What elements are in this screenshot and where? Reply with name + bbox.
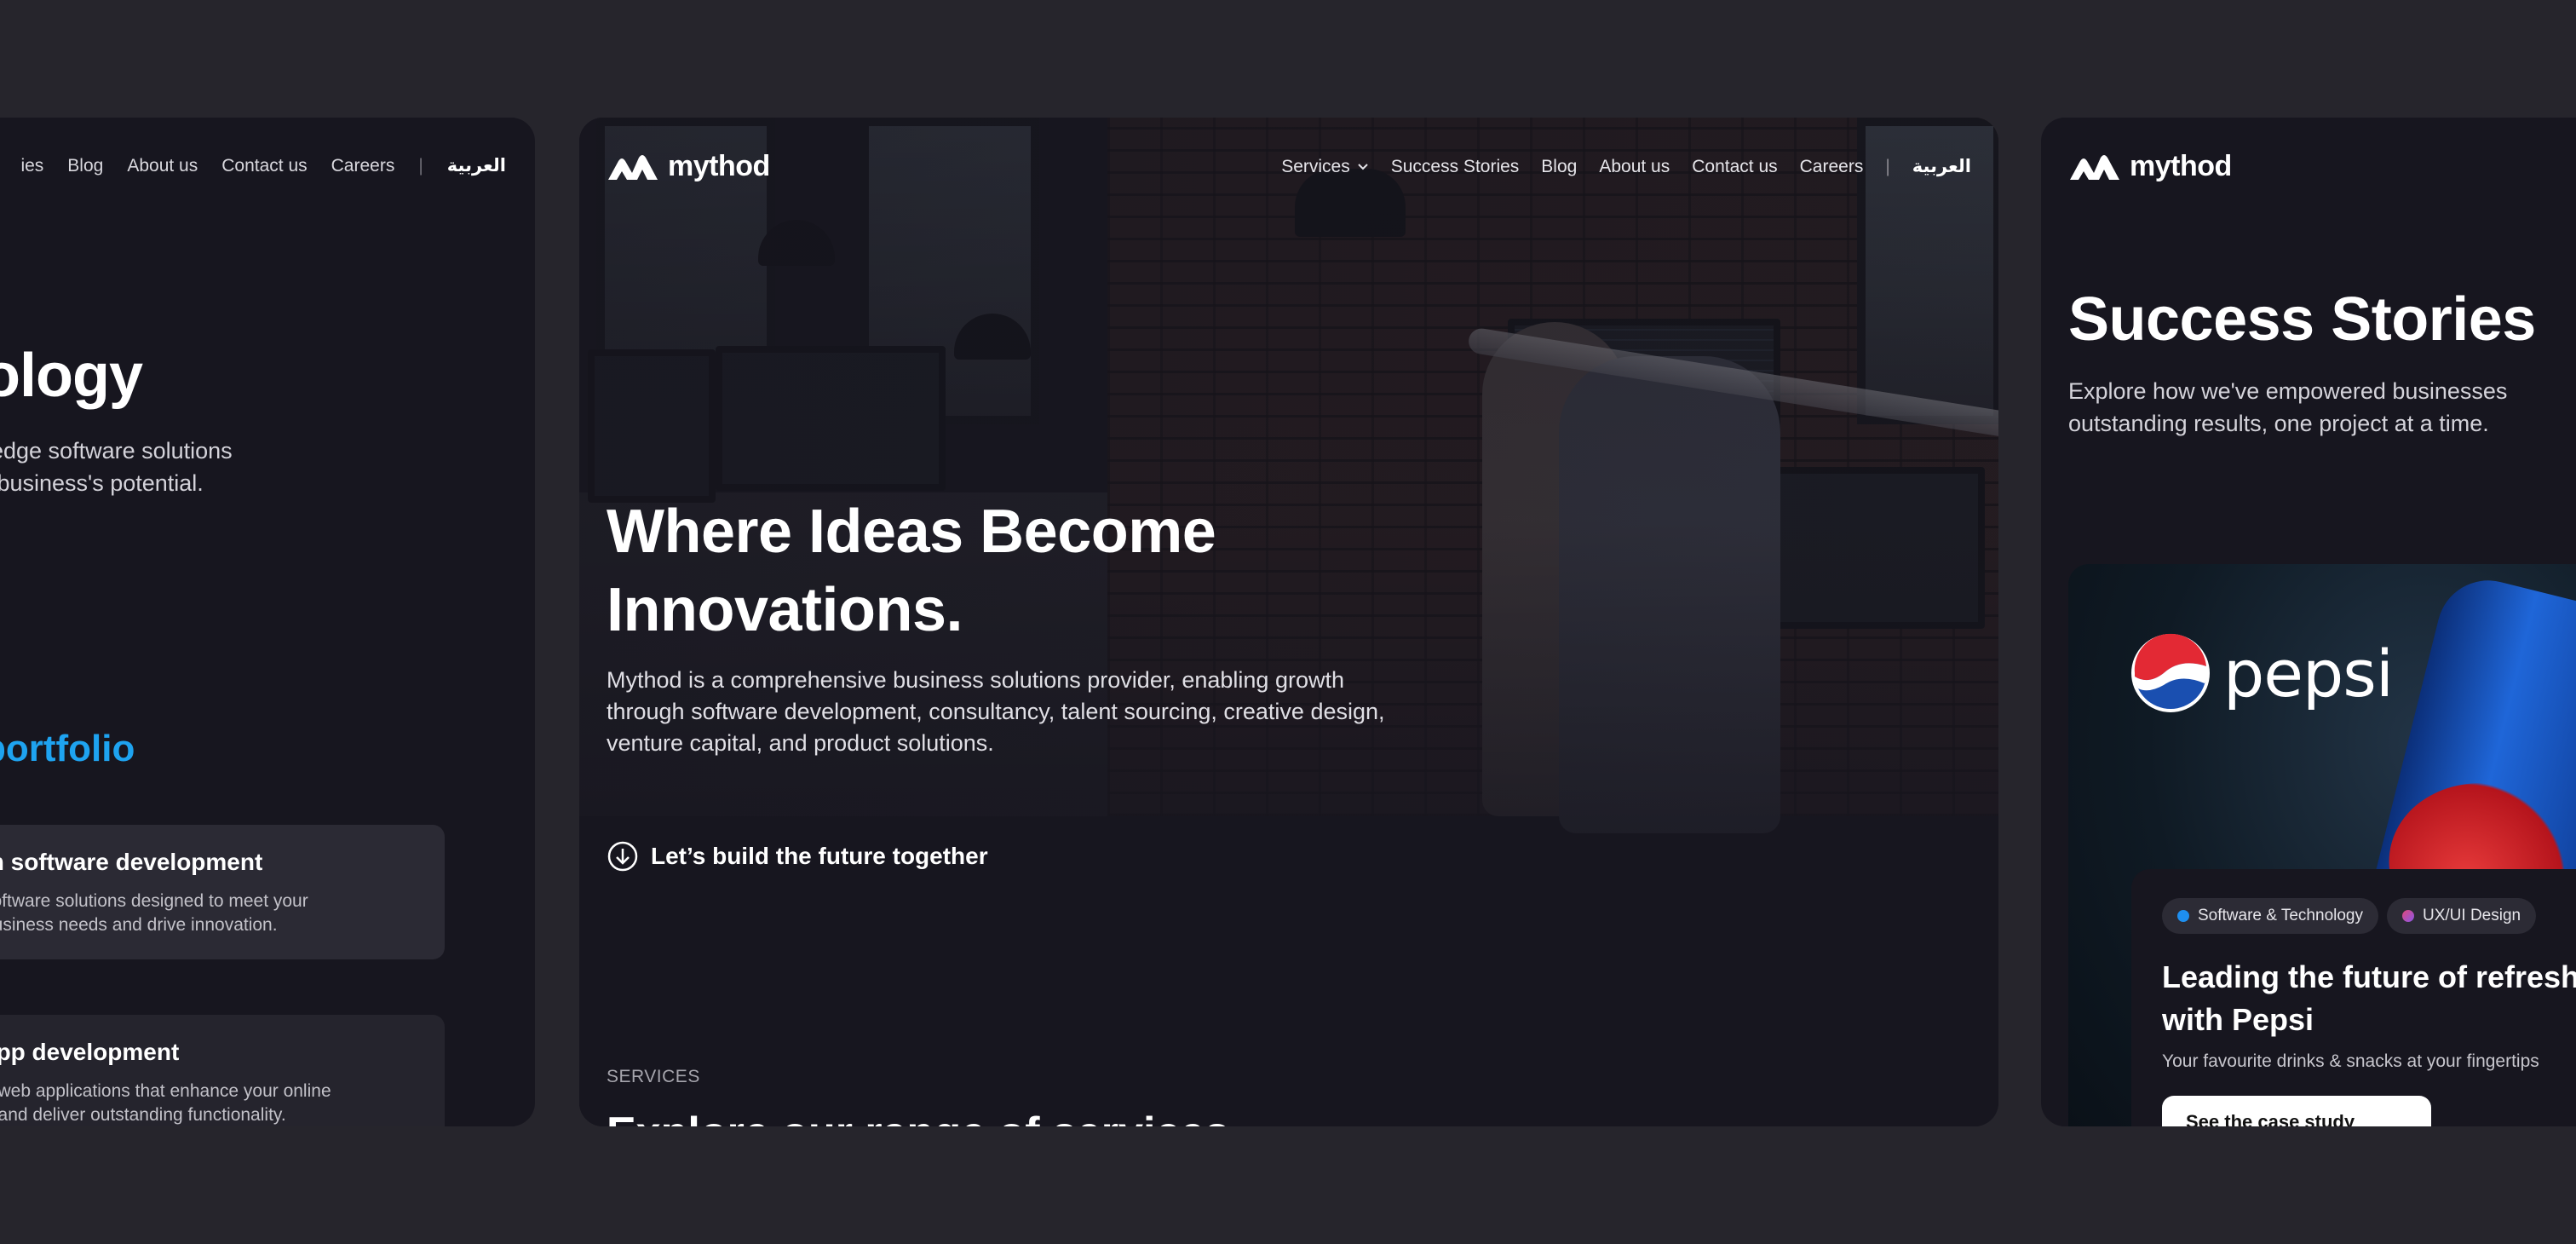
tag-label: Software & Technology [2198, 907, 2363, 924]
language-switch[interactable]: العربية [1912, 156, 1971, 177]
build-future-cta[interactable]: Let’s build the future together [607, 840, 988, 873]
service-line: software solutions designed to meet your [0, 891, 308, 911]
nav-link-contact[interactable]: Contact us [1692, 157, 1777, 177]
nav-separator: | [1885, 156, 1890, 176]
hero-description: Mythod is a comprehensive business solut… [607, 667, 1385, 756]
service-line: business needs and drive innovation. [0, 915, 278, 935]
tag-label: UX/UI Design [2423, 907, 2521, 924]
cta-label: Let’s build the future together [651, 843, 988, 869]
see-case-study-button[interactable]: See the case study [2162, 1096, 2431, 1126]
mythod-logo-icon [2070, 154, 2119, 180]
service-description: software solutions designed to meet your… [0, 890, 416, 937]
tag-dot-icon [2402, 910, 2414, 922]
portfolio-heading: portfolio [0, 728, 135, 769]
nav-links: Services Success Stories Blog About us C… [1281, 156, 1971, 177]
mythod-logo[interactable]: mythod [607, 150, 770, 183]
logo-text: mythod [668, 150, 770, 182]
hero-title-line: Innovations. [607, 576, 963, 644]
page-description: -edge software solutions r business's po… [0, 435, 233, 499]
left-nav: ies Blog About us Contact us Careers | ا… [20, 155, 506, 176]
service-title: app development [0, 1039, 180, 1065]
pepsi-wordmark: pepsi [2223, 635, 2394, 711]
success-stories-preview-card: mythod Success Stories Explore how we've… [2041, 118, 2576, 1126]
services-section-heading: Explore our range of services [607, 1108, 1229, 1126]
homepage-preview-card: mythod Services Success Stories Blog Abo… [579, 118, 1998, 1126]
nav-link-success-stories[interactable]: ies [20, 156, 43, 176]
description-line: r business's potential. [0, 470, 204, 496]
case-study-subtitle: Your favourite drinks & snacks at your f… [2162, 1051, 2539, 1071]
service-line: g web applications that enhance your onl… [0, 1081, 331, 1101]
case-study-card[interactable]: pepsi Software & Technology UX/UI Design… [2068, 564, 2576, 1126]
nav-services-label: Services [1281, 156, 1350, 176]
arrow-down-circle-icon [607, 841, 638, 872]
chevron-down-icon [1358, 163, 1368, 170]
mythod-logo-icon [608, 154, 658, 180]
case-study-panel: Software & Technology UX/UI Design Leadi… [2131, 869, 2576, 1126]
left-preview-card: ies Blog About us Contact us Careers | ا… [0, 118, 535, 1126]
nav-services-dropdown[interactable]: Services [1281, 157, 1369, 177]
nav-link-about[interactable]: About us [127, 156, 198, 176]
tag-dot-icon [2177, 910, 2189, 922]
nav-link-careers[interactable]: Careers [331, 156, 395, 176]
hero-title-line: Where Ideas Become [607, 498, 1216, 566]
mythod-logo[interactable]: mythod [2068, 150, 2232, 183]
logo-text: mythod [2130, 150, 2232, 182]
description-line: -edge software solutions [0, 438, 233, 464]
nav-link-about[interactable]: About us [1599, 157, 1670, 177]
hero-title: Where Ideas Become Innovations. [607, 492, 1373, 649]
tag-ux-ui-design: UX/UI Design [2387, 898, 2537, 934]
services-section-label: SERVICES [607, 1067, 700, 1086]
tag-list: Software & Technology UX/UI Design [2162, 898, 2576, 934]
description-line: Explore how we've empowered businesses [2068, 378, 2508, 404]
service-card[interactable]: m software development software solution… [0, 825, 445, 959]
pepsi-globe-icon [2131, 633, 2210, 712]
nav-link-blog[interactable]: Blog [1541, 157, 1577, 177]
service-description: g web applications that enhance your onl… [0, 1080, 416, 1126]
service-line: e and deliver outstanding functionality. [0, 1105, 286, 1125]
service-title: m software development [0, 849, 263, 875]
nav-link-careers[interactable]: Careers [1800, 157, 1864, 177]
nav-separator: | [418, 155, 423, 176]
page-title: Success Stories [2068, 285, 2536, 354]
main-navigation: mythod Services Success Stories Blog Abo… [607, 150, 1971, 183]
tag-software-technology: Software & Technology [2162, 898, 2378, 934]
page-description: Explore how we've empowered businesses o… [2068, 375, 2507, 440]
nav-link-contact[interactable]: Contact us [221, 156, 307, 176]
service-card[interactable]: app development g web applications that … [0, 1015, 445, 1126]
nav-link-success-stories[interactable]: Success Stories [1391, 157, 1520, 177]
description-line: outstanding results, one project at a ti… [2068, 411, 2489, 436]
page-title: ology [0, 342, 143, 410]
pepsi-logo: pepsi [2130, 632, 2394, 714]
nav-link-blog[interactable]: Blog [67, 156, 103, 176]
language-switch[interactable]: العربية [447, 155, 506, 176]
case-study-title: Leading the future of refreshment with P… [2162, 959, 2576, 1037]
